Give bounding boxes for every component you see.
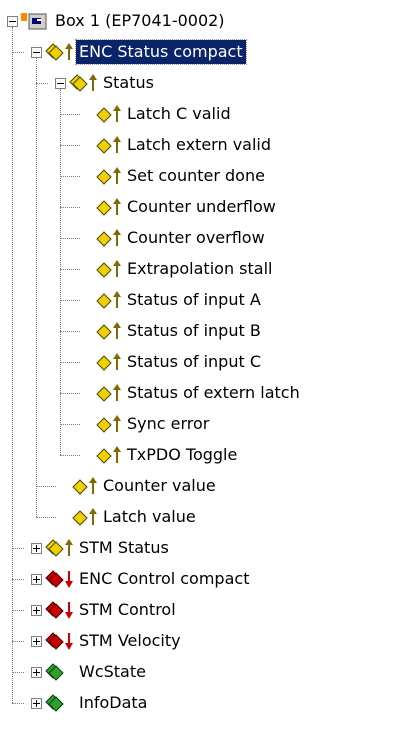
expand-toggle[interactable] (31, 574, 42, 585)
tree-line (12, 610, 24, 611)
tree-item-label[interactable]: Sync error (124, 412, 212, 436)
input-var-icon (92, 444, 126, 470)
input-var-icon (92, 103, 126, 129)
input-var-icon (68, 475, 102, 501)
tree-line (60, 114, 80, 115)
tree-line (12, 27, 13, 703)
tree-line (12, 703, 24, 704)
state-group-icon (44, 692, 78, 718)
tree-item-label[interactable]: Status of extern latch (124, 381, 303, 405)
input-var-icon (92, 165, 126, 191)
tree-item-label[interactable]: Counter value (100, 474, 219, 498)
tree-line (60, 300, 80, 301)
tree-line (36, 517, 56, 518)
output-var-group-icon (44, 599, 78, 625)
tree-line (60, 424, 80, 425)
tree-line (12, 641, 24, 642)
tree-item-label[interactable]: TxPDO Toggle (124, 443, 240, 467)
input-var-group-icon (68, 72, 102, 98)
input-var-icon (68, 506, 102, 532)
collapse-toggle[interactable] (7, 16, 18, 27)
tree-line (60, 238, 80, 239)
tree-item-label[interactable]: Latch extern valid (124, 133, 274, 157)
tree-line (12, 52, 24, 53)
input-var-icon (92, 413, 126, 439)
tree-item-label[interactable]: ENC Control compact (76, 567, 252, 591)
output-var-group-icon (44, 630, 78, 656)
expand-toggle[interactable] (31, 636, 42, 647)
tree-item-label[interactable]: Latch C valid (124, 102, 234, 126)
state-group-icon (44, 661, 78, 687)
expand-toggle[interactable] (31, 543, 42, 554)
tree-line (60, 269, 80, 270)
collapse-toggle[interactable] (31, 47, 42, 58)
tree-line (60, 145, 80, 146)
input-var-icon (92, 320, 126, 346)
tree-line (60, 455, 80, 456)
tree-item-label[interactable]: ENC Status compact (75, 39, 247, 65)
tree-item-label[interactable]: Counter overflow (124, 226, 268, 250)
tree-line (12, 672, 24, 673)
tree-item-label[interactable]: Status of input A (124, 288, 264, 312)
output-var-group-icon (44, 568, 78, 594)
collapse-toggle[interactable] (55, 78, 66, 89)
tree-line (60, 207, 80, 208)
tree-line (60, 176, 80, 177)
tree-line (60, 89, 61, 455)
input-var-icon (92, 134, 126, 160)
box-icon (20, 10, 54, 36)
tree-line (60, 393, 80, 394)
variable-tree: Box 1 (EP7041-0002) ENC Status compact Sta… (0, 0, 405, 742)
input-var-icon (92, 196, 126, 222)
tree-line (36, 83, 48, 84)
tree-line (60, 331, 80, 332)
tree-item-label[interactable]: STM Velocity (76, 629, 184, 653)
input-var-icon (92, 258, 126, 284)
expand-toggle[interactable] (31, 605, 42, 616)
tree-line (60, 362, 80, 363)
tree-item-label[interactable]: Set counter done (124, 164, 268, 188)
input-var-group-icon (44, 537, 78, 563)
tree-item-label[interactable]: STM Control (76, 598, 179, 622)
input-var-icon (92, 227, 126, 253)
tree-item-label[interactable]: Status of input C (124, 350, 264, 374)
tree-line (12, 548, 24, 549)
tree-line (36, 486, 56, 487)
tree-item-label[interactable]: Box 1 (EP7041-0002) (52, 9, 228, 33)
tree-line (12, 579, 24, 580)
tree-item-label[interactable]: STM Status (76, 536, 172, 560)
tree-item-label[interactable]: Counter underflow (124, 195, 279, 219)
expand-toggle[interactable] (31, 667, 42, 678)
expand-toggle[interactable] (31, 698, 42, 709)
tree-item-label[interactable]: Extrapolation stall (124, 257, 275, 281)
input-var-icon (92, 289, 126, 315)
input-var-group-icon (44, 41, 78, 67)
tree-item-label[interactable]: WcState (76, 660, 149, 684)
tree-item-label[interactable]: Status (100, 71, 157, 95)
tree-item-label[interactable]: Status of input B (124, 319, 264, 343)
tree-item-label[interactable]: InfoData (76, 691, 150, 715)
input-var-icon (92, 382, 126, 408)
input-var-icon (92, 351, 126, 377)
tree-item-label[interactable]: Latch value (100, 505, 199, 529)
tree-line (36, 58, 37, 517)
